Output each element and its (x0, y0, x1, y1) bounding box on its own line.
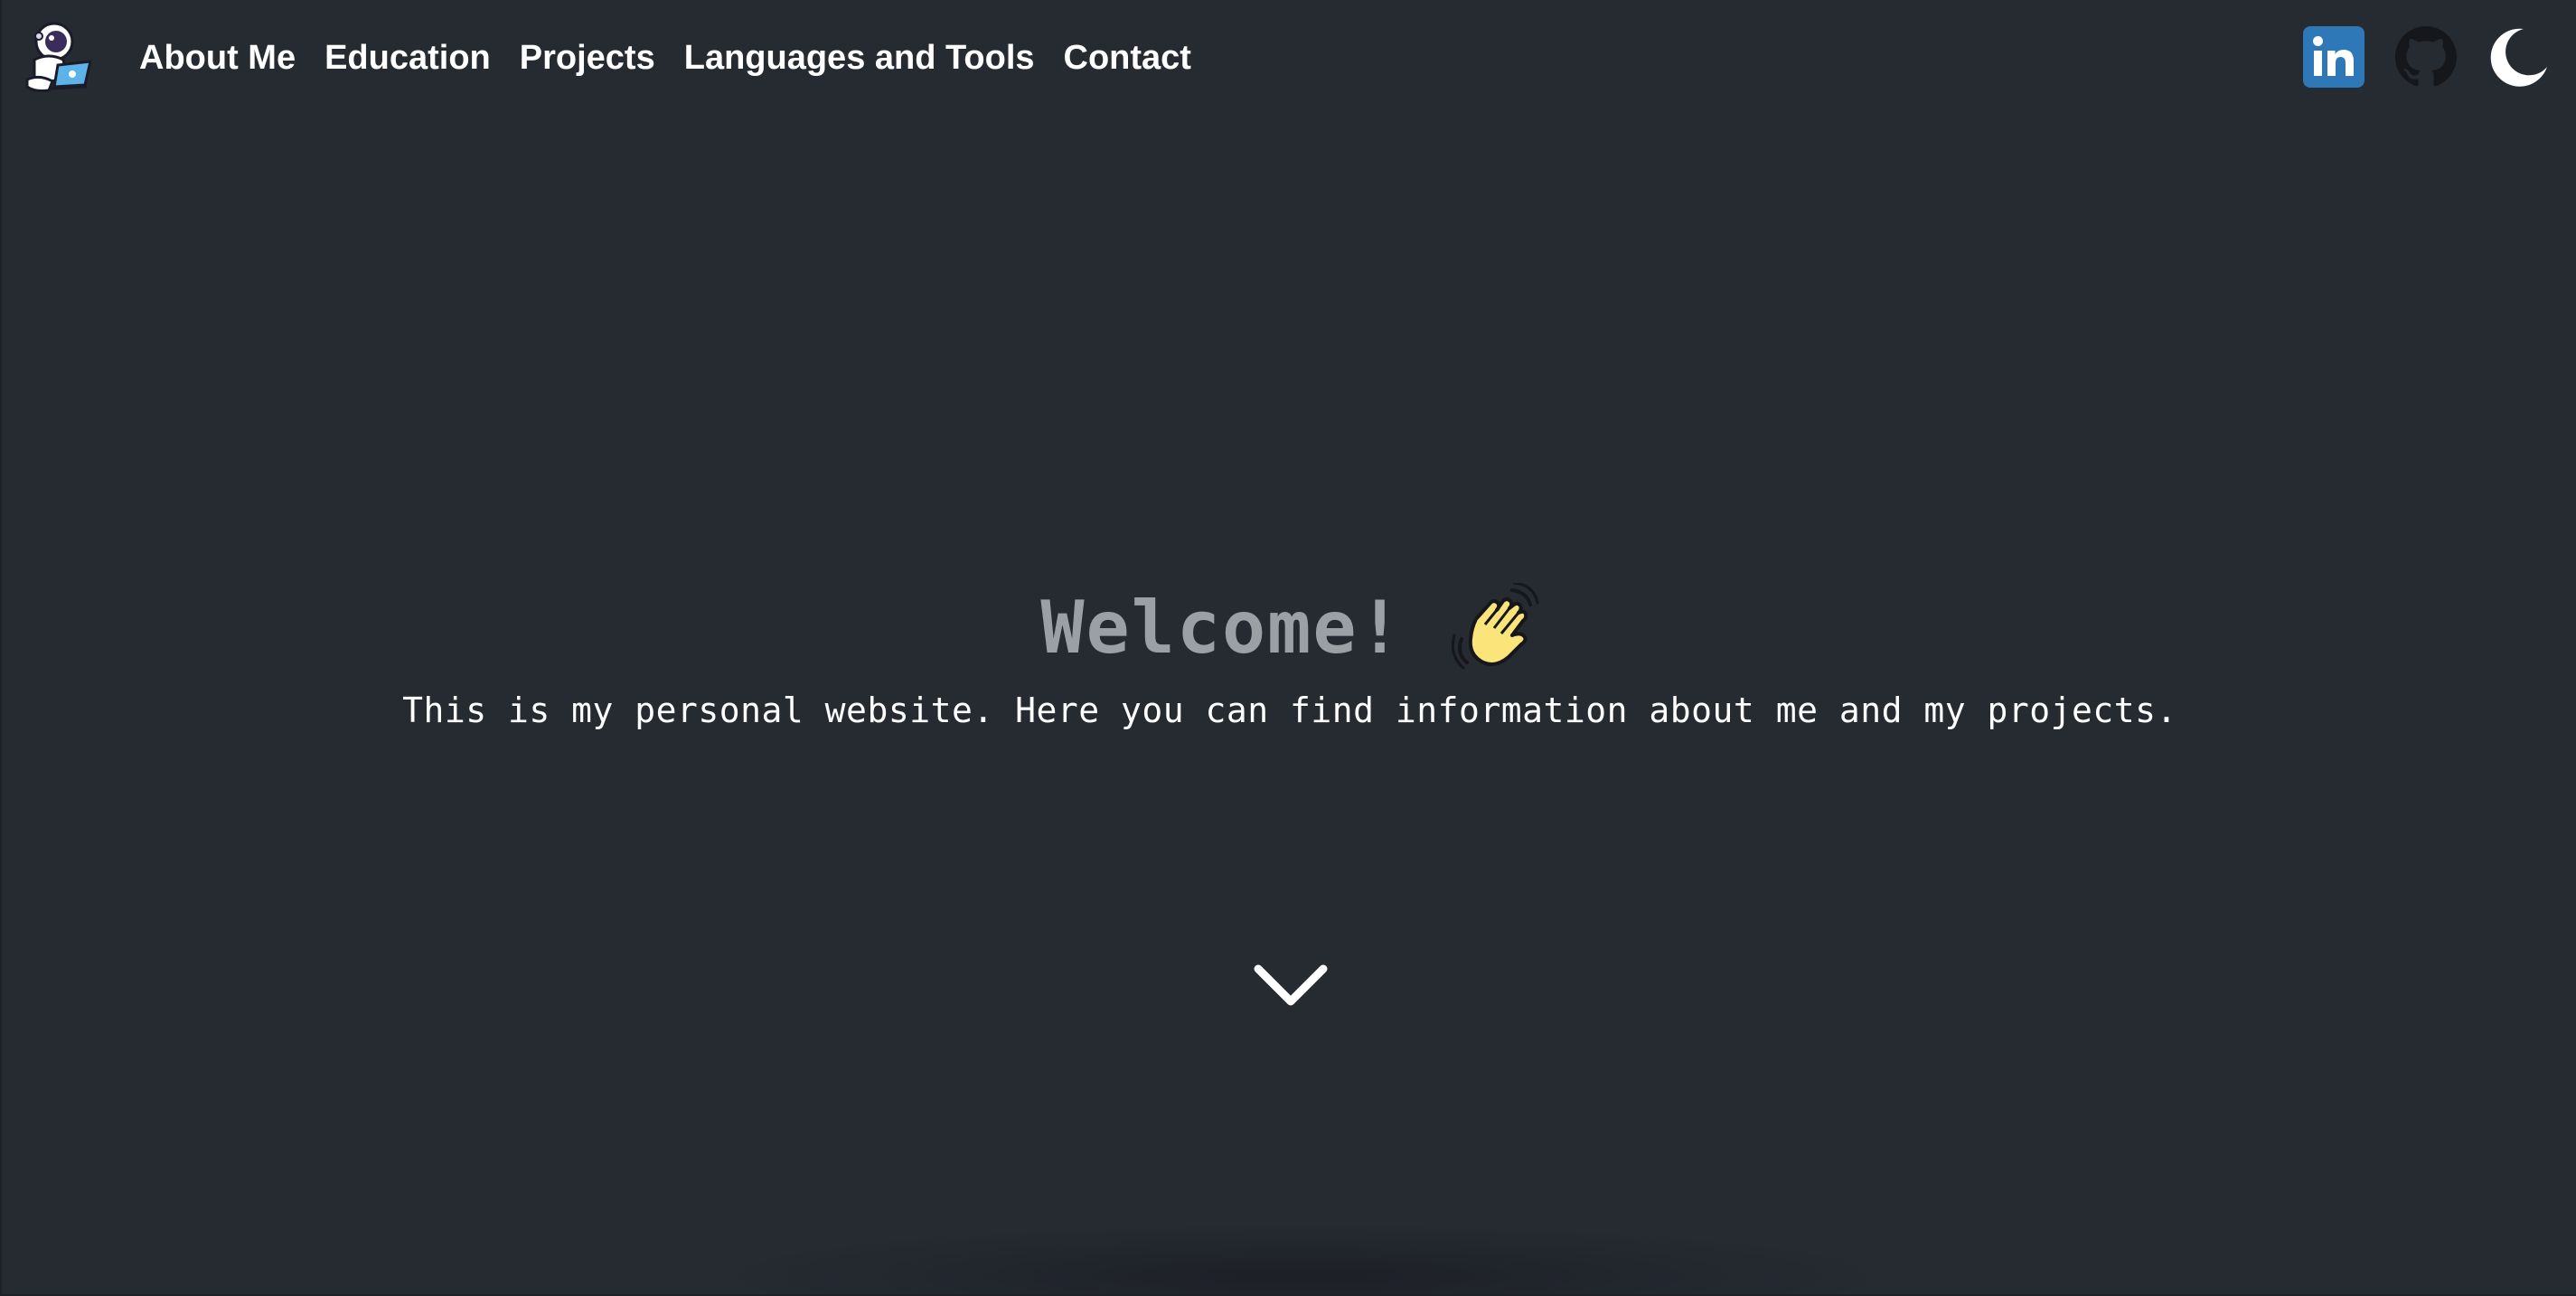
nav-link-about-me[interactable]: About Me (139, 33, 296, 83)
bottom-shadow (689, 1222, 1918, 1294)
hero-title-row: Welcome! (1040, 578, 1539, 678)
github-icon[interactable] (2395, 26, 2457, 88)
linkedin-icon[interactable] (2303, 26, 2364, 88)
nav-links: About Me Education Projects Languages an… (139, 33, 1220, 83)
nav-link-contact[interactable]: Contact (1064, 33, 1191, 83)
moon-icon[interactable] (2487, 25, 2551, 89)
nav-link-projects[interactable]: Projects (520, 33, 655, 83)
page-title: Welcome! (1040, 586, 1404, 670)
nav-link-languages-and-tools[interactable]: Languages and Tools (684, 33, 1035, 83)
page-background: About Me Education Projects Languages an… (0, 0, 2576, 1296)
navbar: About Me Education Projects Languages an… (2, 0, 2576, 117)
nav-actions (2303, 25, 2551, 89)
chevron-down-icon[interactable] (1253, 960, 1329, 1010)
hero-section: Welcome! This is my personal website. He… (2, 578, 2576, 730)
hero-subtitle: This is my personal website. Here you ca… (402, 690, 2177, 730)
astronaut-logo-icon[interactable] (22, 18, 98, 96)
waving-hand-icon (1449, 581, 1539, 673)
nav-link-education[interactable]: Education (324, 33, 491, 83)
